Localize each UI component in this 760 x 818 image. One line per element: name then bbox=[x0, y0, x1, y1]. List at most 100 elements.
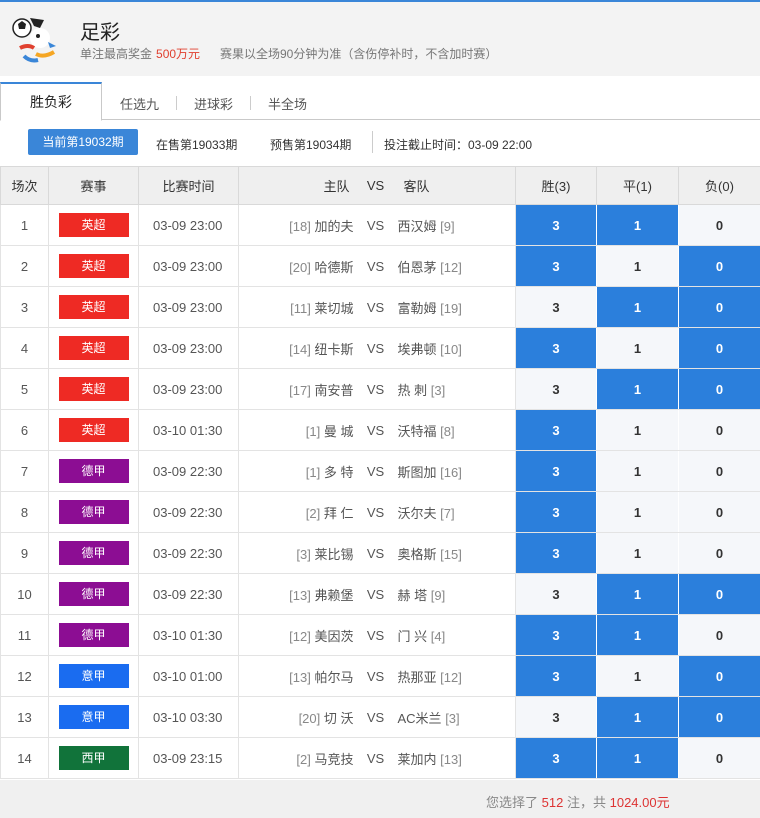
presale-issue-link[interactable]: 预售第19034期 bbox=[270, 136, 351, 153]
win-option[interactable]: 3 bbox=[515, 204, 597, 246]
table-row: 6 英超 03-10 01:30 [1] 曼 城 VS 沃特福 [8] 3 1 0 bbox=[0, 409, 760, 451]
league-badge: 德甲 bbox=[58, 541, 129, 565]
vs-label: VS bbox=[353, 737, 398, 779]
win-option[interactable]: 3 bbox=[515, 286, 597, 328]
away-team: 斯图加 bbox=[397, 464, 437, 480]
summary-prefix: 您选择了 bbox=[486, 795, 539, 810]
lose-option[interactable]: 0 bbox=[678, 409, 760, 451]
lose-option[interactable]: 0 bbox=[678, 286, 760, 328]
current-issue-button[interactable]: 当前第19032期 bbox=[28, 129, 138, 155]
vs-label: VS bbox=[353, 245, 398, 287]
win-option[interactable]: 3 bbox=[515, 327, 597, 369]
lose-option[interactable]: 0 bbox=[678, 368, 760, 410]
tab-divider bbox=[250, 96, 251, 110]
win-option[interactable]: 3 bbox=[515, 614, 597, 656]
table-row: 4 英超 03-09 23:00 [14] 纽卡斯 VS 埃弗顿 [10] 3 1 0 bbox=[0, 327, 760, 369]
draw-option[interactable]: 1 bbox=[596, 696, 679, 738]
away-team: 奥格斯 bbox=[397, 546, 437, 562]
vs-label: VS bbox=[353, 450, 398, 492]
away-rank: [3] bbox=[445, 710, 460, 726]
lose-option[interactable]: 0 bbox=[678, 614, 760, 656]
win-option[interactable]: 3 bbox=[515, 409, 597, 451]
tab-banquanchang[interactable]: 半全场 bbox=[268, 94, 307, 113]
lose-option[interactable]: 0 bbox=[678, 573, 760, 615]
match-time: 03-09 23:00 bbox=[138, 368, 239, 410]
draw-option[interactable]: 1 bbox=[596, 737, 679, 779]
away-team-cell: 斯图加 [16] bbox=[397, 450, 516, 492]
lose-option[interactable]: 0 bbox=[678, 245, 760, 287]
on-sale-issue-link[interactable]: 在售第19033期 bbox=[156, 136, 237, 153]
away-team-cell: 热那亚 [12] bbox=[397, 655, 516, 697]
win-option[interactable]: 3 bbox=[515, 245, 597, 287]
win-option[interactable]: 3 bbox=[515, 573, 597, 615]
draw-option[interactable]: 1 bbox=[596, 655, 679, 697]
vs-label: VS bbox=[353, 573, 398, 615]
away-rank: [10] bbox=[440, 341, 462, 357]
home-rank: [2] bbox=[296, 751, 311, 767]
tab-renxuanjiu[interactable]: 任选九 bbox=[120, 94, 159, 113]
away-team-cell: 埃弗顿 [10] bbox=[397, 327, 516, 369]
draw-option[interactable]: 1 bbox=[596, 245, 679, 287]
away-team: 伯恩茅 bbox=[397, 259, 437, 275]
league-badge: 意甲 bbox=[58, 705, 129, 729]
win-option[interactable]: 3 bbox=[515, 737, 597, 779]
vs-label: VS bbox=[353, 491, 398, 533]
table-row: 12 意甲 03-10 01:00 [13] 帕尔马 VS 热那亚 [12] 3 1 0 bbox=[0, 655, 760, 697]
lose-option[interactable]: 0 bbox=[678, 532, 760, 574]
match-rows: 1 英超 03-09 23:00 [18] 加的夫 VS 西汉姆 [9] 3 1 0 2 英超 03-… bbox=[0, 204, 760, 779]
table-row: 1 英超 03-09 23:00 [18] 加的夫 VS 西汉姆 [9] 3 1 0 bbox=[0, 204, 760, 246]
bet-count: 512 bbox=[541, 795, 564, 810]
win-option[interactable]: 3 bbox=[515, 655, 597, 697]
lose-option[interactable]: 0 bbox=[678, 737, 760, 779]
deadline-text: 投注截止时间：03-09 22:00 bbox=[384, 138, 533, 152]
away-team: 热那亚 bbox=[397, 669, 437, 685]
lose-option[interactable]: 0 bbox=[678, 491, 760, 533]
home-team-cell: [14] 纽卡斯 bbox=[238, 327, 354, 369]
lose-option[interactable]: 0 bbox=[678, 327, 760, 369]
league-cell: 意甲 bbox=[48, 655, 139, 697]
away-rank: [8] bbox=[440, 423, 455, 439]
league-cell: 西甲 bbox=[48, 737, 139, 779]
lose-option[interactable]: 0 bbox=[678, 655, 760, 697]
draw-option[interactable]: 1 bbox=[596, 327, 679, 369]
lose-option[interactable]: 0 bbox=[678, 450, 760, 492]
away-rank: [9] bbox=[440, 218, 455, 234]
draw-option[interactable]: 1 bbox=[596, 573, 679, 615]
tab-jinqiucai[interactable]: 进球彩 bbox=[194, 94, 233, 113]
match-index: 7 bbox=[0, 450, 49, 492]
home-rank: [12] bbox=[289, 628, 311, 644]
match-index: 4 bbox=[0, 327, 49, 369]
draw-option[interactable]: 1 bbox=[596, 286, 679, 328]
draw-option[interactable]: 1 bbox=[596, 491, 679, 533]
draw-option[interactable]: 1 bbox=[596, 614, 679, 656]
draw-option[interactable]: 1 bbox=[596, 409, 679, 451]
table-row: 13 意甲 03-10 03:30 [20] 切 沃 VS AC米兰 [3] 3 1 0 bbox=[0, 696, 760, 738]
away-team: 门 兴 bbox=[397, 628, 428, 644]
draw-option[interactable]: 1 bbox=[596, 532, 679, 574]
league-badge: 英超 bbox=[58, 418, 129, 442]
win-option[interactable]: 3 bbox=[515, 491, 597, 533]
draw-option[interactable]: 1 bbox=[596, 368, 679, 410]
home-team-cell: [13] 帕尔马 bbox=[238, 655, 354, 697]
tab-shengfucai[interactable]: 胜负彩 bbox=[0, 82, 102, 121]
away-rank: [19] bbox=[440, 300, 462, 316]
draw-option[interactable]: 1 bbox=[596, 450, 679, 492]
table-row: 11 德甲 03-10 01:30 [12] 美因茨 VS 门 兴 [4] 3 1 0 bbox=[0, 614, 760, 656]
home-team-cell: [17] 南安普 bbox=[238, 368, 354, 410]
lose-option[interactable]: 0 bbox=[678, 696, 760, 738]
win-option[interactable]: 3 bbox=[515, 368, 597, 410]
draw-option[interactable]: 1 bbox=[596, 204, 679, 246]
away-rank: [4] bbox=[430, 628, 446, 644]
vs-label: VS bbox=[353, 696, 398, 738]
win-option[interactable]: 3 bbox=[515, 532, 597, 574]
col-header-vs: VS bbox=[353, 166, 398, 205]
win-option[interactable]: 3 bbox=[515, 450, 597, 492]
vs-label: VS bbox=[353, 204, 398, 246]
home-rank: [1] bbox=[305, 464, 321, 480]
lose-option[interactable]: 0 bbox=[678, 204, 760, 246]
win-option[interactable]: 3 bbox=[515, 696, 597, 738]
league-badge: 英超 bbox=[58, 295, 129, 319]
table-row: 9 德甲 03-09 22:30 [3] 莱比锡 VS 奥格斯 [15] 3 1 0 bbox=[0, 532, 760, 574]
away-team-cell: 奥格斯 [15] bbox=[397, 532, 516, 574]
league-cell: 英超 bbox=[48, 368, 139, 410]
